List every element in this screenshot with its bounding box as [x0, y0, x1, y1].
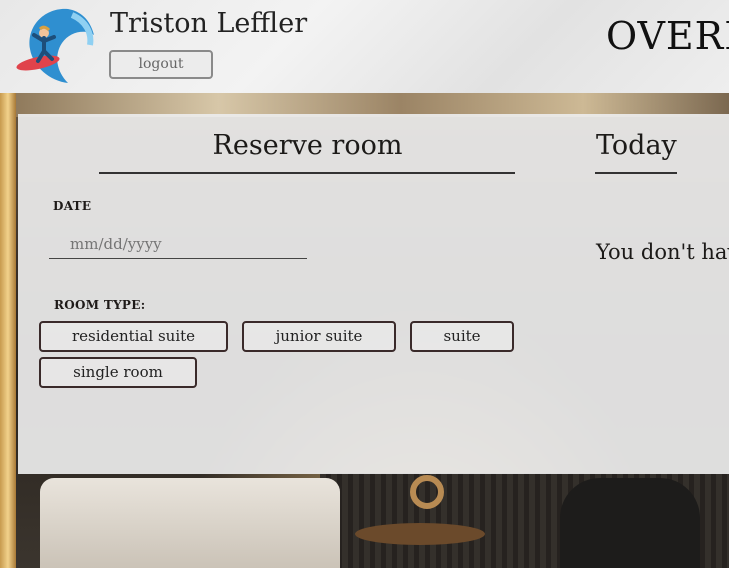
title-divider: [595, 172, 677, 174]
date-label: DATE: [53, 199, 92, 213]
coffee-table: [355, 523, 485, 545]
user-name: Triston Leffler: [110, 8, 308, 39]
today-title: Today: [596, 130, 677, 161]
room-type-single-room-button[interactable]: single room: [39, 357, 197, 388]
date-input[interactable]: [49, 229, 307, 259]
reservation-panel: [18, 114, 729, 474]
brand-logo: OVERL: [606, 14, 729, 58]
sofa: [40, 478, 340, 568]
room-type-junior-suite-button[interactable]: junior suite: [242, 321, 396, 352]
pillar: [0, 93, 16, 568]
logout-button[interactable]: logout: [109, 50, 213, 79]
lamp: [410, 475, 444, 509]
surfer-wave-icon: [16, 5, 94, 83]
header: Triston Leffler logout OVERL: [0, 0, 729, 93]
room-type-suite-button[interactable]: suite: [410, 321, 514, 352]
lounge-chair: [560, 478, 700, 568]
room-type-label: ROOM TYPE:: [54, 298, 146, 312]
no-reservations-message: You don't hav: [596, 240, 729, 264]
title-divider: [99, 172, 515, 174]
room-type-residential-suite-button[interactable]: residential suite: [39, 321, 228, 352]
reserve-room-title: Reserve room: [212, 130, 403, 161]
